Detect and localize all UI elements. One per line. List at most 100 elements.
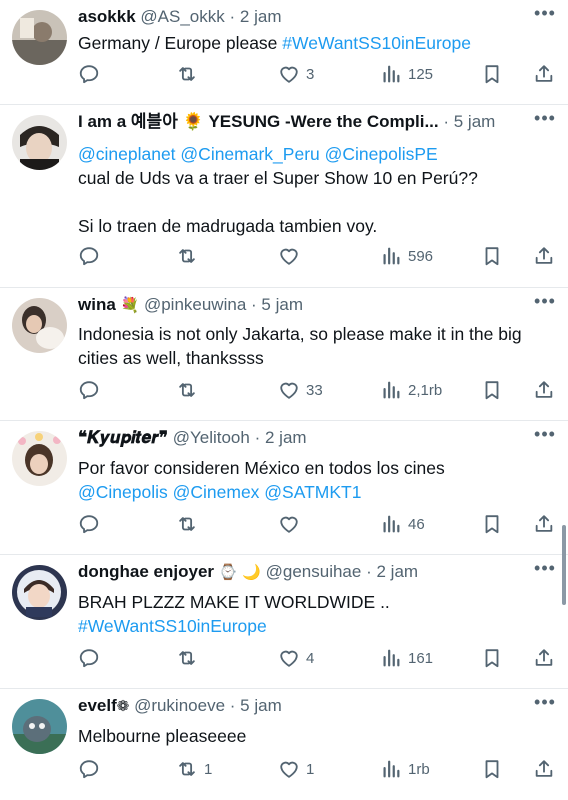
bookmark-button[interactable] bbox=[481, 645, 503, 671]
avatar[interactable] bbox=[12, 298, 67, 353]
views-icon bbox=[380, 245, 402, 267]
tweet-kyupiter[interactable]: ❝𝑲𝒚𝒖𝒑𝒊𝒕𝒆𝒓❞ @Yelitooh · 2 jam ••• Por fav… bbox=[0, 421, 568, 555]
display-name[interactable]: asokkk bbox=[78, 7, 136, 26]
tweet-actions: 33 2,1rb bbox=[78, 377, 558, 403]
more-icon[interactable]: ••• bbox=[532, 109, 558, 131]
tweet-asokkk[interactable]: asokkk @AS_okkk · 2 jam ••• Germany / Eu… bbox=[0, 0, 568, 105]
hashtag-link[interactable]: #WeWantSS10inEurope bbox=[78, 614, 552, 638]
view-count: 125 bbox=[408, 65, 434, 83]
views-button[interactable]: 46 bbox=[380, 511, 425, 537]
user-handle[interactable]: @pinkeuwina bbox=[144, 295, 246, 314]
reply-icon bbox=[78, 513, 100, 535]
reply-button[interactable] bbox=[78, 243, 106, 269]
reply-button[interactable] bbox=[78, 645, 106, 671]
display-name[interactable]: I am a 예블아 🌻 YESUNG -Were the Compli... bbox=[78, 112, 439, 131]
reply-icon bbox=[78, 245, 100, 267]
avatar[interactable] bbox=[12, 699, 67, 754]
avatar[interactable] bbox=[12, 10, 67, 65]
tweet-text: Indonesia is not only Jakarta, so please… bbox=[78, 322, 552, 370]
retweet-button[interactable] bbox=[176, 61, 204, 87]
mention-links[interactable]: @Cinepolis @Cinemex @SATMKT1 bbox=[78, 480, 552, 504]
bookmark-icon bbox=[481, 63, 503, 85]
display-name[interactable]: evelf bbox=[78, 696, 117, 715]
reply-button[interactable] bbox=[78, 756, 106, 782]
timestamp[interactable]: 2 jam bbox=[376, 562, 418, 581]
user-handle[interactable]: @gensuihae bbox=[266, 562, 362, 581]
tweet-donghae-enjoyer[interactable]: donghae enjoyer ⌚ 🌙 @gensuihae · 2 jam •… bbox=[0, 555, 568, 689]
bookmark-button[interactable] bbox=[481, 377, 503, 403]
like-button[interactable] bbox=[278, 511, 306, 537]
mention-links[interactable]: @cineplanet @Cinemark_Peru @CinepolisPE bbox=[78, 142, 552, 166]
avatar[interactable] bbox=[12, 431, 67, 486]
more-icon[interactable]: ••• bbox=[532, 693, 558, 715]
tweet-actions: 4 161 bbox=[78, 645, 558, 671]
more-icon[interactable]: ••• bbox=[532, 425, 558, 447]
like-button[interactable]: 3 bbox=[278, 61, 314, 87]
views-button[interactable]: 161 bbox=[380, 645, 433, 671]
like-button[interactable]: 33 bbox=[278, 377, 323, 403]
views-button[interactable]: 125 bbox=[380, 61, 433, 87]
display-name[interactable]: wina bbox=[78, 295, 116, 314]
separator-dot: · bbox=[251, 295, 257, 314]
display-name[interactable]: donghae enjoyer bbox=[78, 562, 214, 581]
reply-button[interactable] bbox=[78, 511, 106, 537]
heart-icon bbox=[278, 245, 300, 267]
views-icon bbox=[380, 379, 402, 401]
more-icon[interactable]: ••• bbox=[532, 292, 558, 314]
user-handle[interactable]: @Yelitooh bbox=[173, 428, 250, 447]
views-button[interactable]: 1rb bbox=[380, 756, 430, 782]
avatar[interactable] bbox=[12, 565, 67, 620]
reply-icon bbox=[78, 379, 100, 401]
heart-icon bbox=[278, 647, 300, 669]
retweet-button[interactable] bbox=[176, 645, 204, 671]
share-button[interactable] bbox=[533, 377, 555, 403]
bookmark-button[interactable] bbox=[481, 61, 503, 87]
display-name[interactable]: ❝𝑲𝒚𝒖𝒑𝒊𝒕𝒆𝒓❞ bbox=[78, 428, 168, 447]
separator-dot: · bbox=[254, 428, 261, 447]
heart-icon bbox=[278, 63, 300, 85]
like-button[interactable] bbox=[278, 243, 306, 269]
more-icon[interactable]: ••• bbox=[532, 4, 558, 26]
avatar[interactable] bbox=[12, 115, 67, 170]
heart-icon bbox=[278, 513, 300, 535]
reply-icon bbox=[78, 647, 100, 669]
more-icon[interactable]: ••• bbox=[532, 559, 558, 581]
share-button[interactable] bbox=[533, 511, 555, 537]
share-button[interactable] bbox=[533, 61, 555, 87]
views-button[interactable]: 596 bbox=[380, 243, 433, 269]
like-count: 4 bbox=[306, 649, 315, 667]
bookmark-button[interactable] bbox=[481, 511, 503, 537]
retweet-button[interactable] bbox=[176, 243, 204, 269]
retweet-button[interactable]: 1 bbox=[176, 756, 212, 782]
tweet-wina[interactable]: wina 💐 @pinkeuwina · 5 jam ••• Indonesia… bbox=[0, 288, 568, 421]
tweet-header: wina 💐 @pinkeuwina · 5 jam bbox=[78, 294, 524, 316]
bookmark-button[interactable] bbox=[481, 756, 503, 782]
like-button[interactable]: 4 bbox=[278, 645, 314, 671]
tweet-evelf[interactable]: evelf❁ @rukinoeve · 5 jam ••• Melbourne … bbox=[0, 689, 568, 800]
timestamp[interactable]: 5 jam bbox=[240, 696, 282, 715]
bookmark-button[interactable] bbox=[481, 243, 503, 269]
heart-icon bbox=[278, 379, 300, 401]
tweet-actions: 596 bbox=[78, 243, 558, 269]
share-button[interactable] bbox=[533, 756, 555, 782]
scrollbar[interactable] bbox=[562, 525, 566, 605]
bookmark-icon bbox=[481, 379, 503, 401]
timestamp[interactable]: 2 jam bbox=[240, 7, 282, 26]
retweet-button[interactable] bbox=[176, 377, 204, 403]
hashtag-link[interactable]: #WeWantSS10inEurope bbox=[282, 33, 471, 53]
reply-button[interactable] bbox=[78, 377, 106, 403]
share-button[interactable] bbox=[533, 645, 555, 671]
timestamp[interactable]: 5 jam bbox=[454, 112, 496, 131]
separator-dot: · bbox=[229, 7, 236, 26]
user-handle[interactable]: @AS_okkk bbox=[140, 7, 224, 26]
user-handle[interactable]: @rukinoeve bbox=[134, 696, 225, 715]
tweet-text-line: Indonesia is not only Jakarta, so please… bbox=[78, 324, 527, 368]
tweet-yesung[interactable]: I am a 예블아 🌻 YESUNG -Were the Compli... … bbox=[0, 105, 568, 288]
retweet-button[interactable] bbox=[176, 511, 204, 537]
timestamp[interactable]: 5 jam bbox=[261, 295, 303, 314]
share-button[interactable] bbox=[533, 243, 555, 269]
timestamp[interactable]: 2 jam bbox=[265, 428, 307, 447]
views-button[interactable]: 2,1rb bbox=[380, 377, 442, 403]
like-button[interactable]: 1 bbox=[278, 756, 314, 782]
reply-button[interactable] bbox=[78, 61, 106, 87]
